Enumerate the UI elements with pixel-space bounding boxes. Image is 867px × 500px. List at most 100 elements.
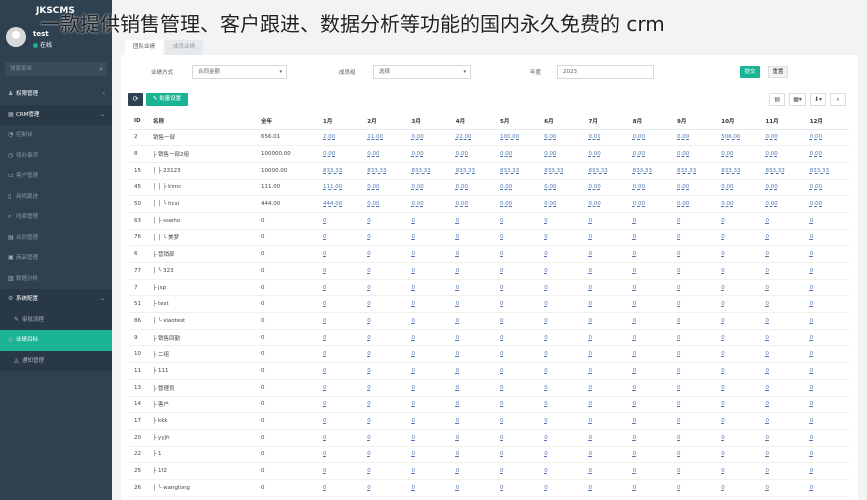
cell-month-editable[interactable]: 0.00 (495, 145, 540, 163)
cell-month-editable[interactable]: 0 (672, 479, 717, 497)
cell-month-editable[interactable]: 0 (583, 229, 628, 247)
cell-month-editable[interactable]: 0.00 (627, 195, 672, 213)
cell-month-editable[interactable]: 0 (450, 245, 495, 263)
cell-month-editable[interactable]: 0 (406, 362, 451, 380)
cell-month-editable[interactable]: 0 (716, 412, 761, 430)
cell-month-editable[interactable]: 0 (450, 446, 495, 464)
cell-month-editable[interactable]: 0 (672, 446, 717, 464)
cell-month-editable[interactable]: 0 (406, 429, 451, 447)
sidebar-search-input[interactable]: 搜索菜单 ⌕ (5, 62, 107, 76)
column-header[interactable]: 5月 (495, 113, 540, 130)
cell-month-editable[interactable]: 0 (318, 479, 363, 497)
cell-month-editable[interactable]: 0 (495, 479, 540, 497)
cell-month-editable[interactable]: 0 (450, 379, 495, 397)
refresh-button[interactable]: ⟳ (128, 93, 143, 106)
cell-month-editable[interactable]: 0.00 (583, 145, 628, 163)
cell-month-editable[interactable]: 0.01 (583, 129, 628, 147)
cell-month-editable[interactable]: 0 (362, 479, 407, 497)
cell-month-editable[interactable]: 0 (760, 446, 805, 464)
cell-month-editable[interactable]: 0 (406, 462, 451, 480)
search-icon[interactable]: ⌕ (99, 62, 103, 76)
cell-month-editable[interactable]: 0 (627, 379, 672, 397)
cell-month-editable[interactable]: 833.33 (804, 162, 849, 180)
column-header[interactable]: 3月 (406, 113, 451, 130)
cell-month-editable[interactable]: 0 (804, 229, 849, 247)
cell-month-editable[interactable]: 0.00 (760, 145, 805, 163)
cell-month-editable[interactable]: 0 (406, 479, 451, 497)
perf-method-select[interactable]: 合同金额 ▾ (192, 65, 287, 79)
cell-month-editable[interactable]: 0.00 (716, 195, 761, 213)
sidebar-item-3[interactable]: ◷ 待办事项 (0, 146, 112, 167)
cell-month-editable[interactable]: 0 (627, 479, 672, 497)
cell-month-editable[interactable]: 0 (450, 279, 495, 297)
cell-month-editable[interactable]: 0 (450, 329, 495, 347)
cell-month-editable[interactable]: 0 (716, 429, 761, 447)
submit-button[interactable]: 提交 (740, 66, 760, 78)
column-header[interactable]: 2月 (362, 113, 407, 130)
cell-month-editable[interactable]: 0 (672, 379, 717, 397)
cell-month-editable[interactable]: 833.33 (583, 162, 628, 180)
cell-month-editable[interactable]: 0.00 (716, 179, 761, 197)
cell-month-editable[interactable]: 0.00 (583, 179, 628, 197)
cell-month-editable[interactable]: 0.00 (583, 195, 628, 213)
cell-month-editable[interactable]: 0 (627, 295, 672, 314)
cell-month-editable[interactable]: 0 (583, 429, 628, 447)
cell-month-editable[interactable]: 0 (760, 262, 805, 280)
cell-month-editable[interactable]: 0.00 (804, 179, 849, 197)
cell-month-editable[interactable]: 0 (672, 262, 717, 280)
cell-month-editable[interactable]: 0 (318, 362, 363, 380)
cell-month-editable[interactable]: 0 (672, 295, 717, 314)
sidebar-item-8[interactable]: ▣ 商品管理 (0, 248, 112, 269)
cell-month-editable[interactable]: 0 (760, 212, 805, 230)
cell-month-editable[interactable]: 0 (716, 379, 761, 397)
cell-month-editable[interactable]: 0.00 (672, 179, 717, 197)
cell-month-editable[interactable]: 0 (627, 396, 672, 414)
column-header[interactable]: 7月 (583, 113, 628, 130)
cell-month-editable[interactable]: 0.00 (760, 179, 805, 197)
cell-month-editable[interactable]: 0 (627, 229, 672, 247)
cell-month-editable[interactable]: 0.00 (406, 145, 451, 163)
cell-month-editable[interactable]: 0 (450, 262, 495, 280)
cell-month-editable[interactable]: 0 (804, 345, 849, 364)
cell-month-editable[interactable]: 0 (406, 245, 451, 263)
column-header[interactable]: 6月 (539, 113, 584, 130)
cell-month-editable[interactable]: 0 (672, 279, 717, 297)
cell-month-editable[interactable]: 0 (627, 429, 672, 447)
avatar[interactable] (6, 27, 26, 47)
cell-month-editable[interactable]: 0 (495, 279, 540, 297)
sidebar-item-2[interactable]: ◔ 控制台 (0, 125, 112, 146)
cell-month-editable[interactable]: 0 (362, 245, 407, 263)
cell-month-editable[interactable]: 0.00 (539, 129, 584, 147)
cell-month-editable[interactable]: 0 (627, 279, 672, 297)
tab-team-performance[interactable]: 团队业绩 (125, 40, 164, 55)
cell-month-editable[interactable]: 0.00 (362, 145, 407, 163)
cell-month-editable[interactable]: 0.00 (672, 129, 717, 147)
cell-month-editable[interactable]: 0 (495, 362, 540, 380)
cell-month-editable[interactable]: 0 (583, 396, 628, 414)
cell-month-editable[interactable]: 0 (627, 362, 672, 380)
cell-month-editable[interactable]: 0 (672, 345, 717, 364)
cell-month-editable[interactable]: 0 (318, 412, 363, 430)
cell-month-editable[interactable]: 0.00 (804, 129, 849, 147)
sidebar-item-0[interactable]: ♟ 权限管理 ‹ (0, 84, 112, 105)
cell-month-editable[interactable]: 0 (450, 412, 495, 430)
cell-month-editable[interactable]: 0 (406, 279, 451, 297)
sidebar-item-6[interactable]: ⌕ 线索管理 (0, 207, 112, 228)
cell-month-editable[interactable]: 0 (318, 229, 363, 247)
cell-month-editable[interactable]: 111.00 (318, 179, 363, 197)
cell-month-editable[interactable]: 0 (760, 345, 805, 364)
cell-month-editable[interactable]: 0 (716, 295, 761, 314)
cell-month-editable[interactable]: 0 (539, 446, 584, 464)
cell-month-editable[interactable]: 0.00 (406, 195, 451, 213)
tab-member-performance[interactable]: 成员业绩 (165, 40, 204, 55)
cell-month-editable[interactable]: 0 (450, 429, 495, 447)
cell-month-editable[interactable]: 833.33 (716, 162, 761, 180)
cell-month-editable[interactable]: 0 (804, 212, 849, 230)
cell-month-editable[interactable]: 0 (495, 329, 540, 347)
cell-month-editable[interactable]: 0 (406, 262, 451, 280)
cell-month-editable[interactable]: 0 (583, 379, 628, 397)
cell-month-editable[interactable]: 0 (362, 429, 407, 447)
cell-month-editable[interactable]: 0 (627, 412, 672, 430)
cell-month-editable[interactable]: 0 (716, 446, 761, 464)
cell-month-editable[interactable]: 0 (760, 462, 805, 480)
